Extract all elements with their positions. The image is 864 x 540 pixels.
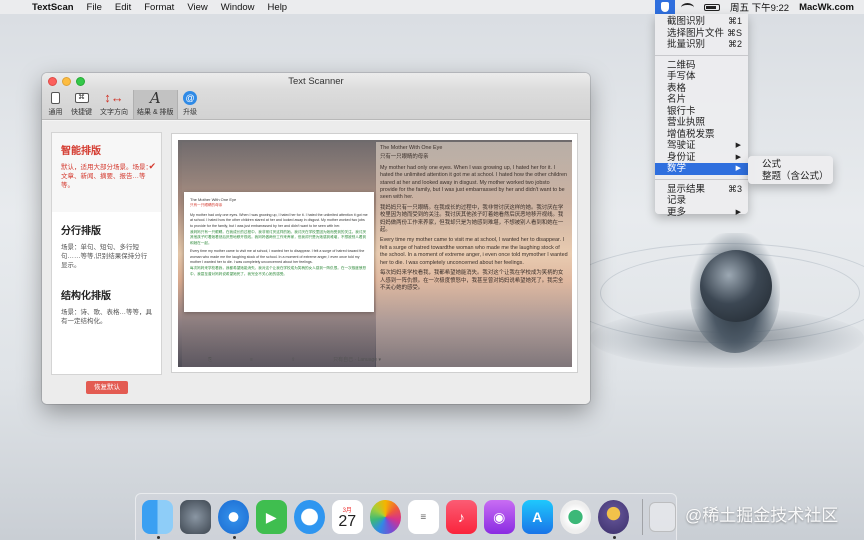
wifi-icon[interactable] [680, 2, 694, 12]
menu-item-math[interactable]: 数学 ▶ [655, 163, 748, 175]
preferences-content: 智能排版 默认，适用大部分场景。场景：文章、新闻、摘要、报告…等等。 ✔ 分行排… [42, 121, 590, 404]
window-titlebar[interactable]: Text Scanner [42, 73, 590, 90]
layout-options-list: 智能排版 默认，适用大部分场景。场景：文章、新闻、摘要、报告…等等。 ✔ 分行排… [51, 132, 162, 375]
menu-bar: TextScan File Edit Format View Window He… [0, 0, 864, 14]
safari-icon[interactable] [218, 500, 249, 539]
tab-shortcuts[interactable]: ⌘ 快捷键 [68, 89, 95, 119]
site-label: MacWk.com [799, 1, 854, 13]
option-title: 智能排版 [61, 146, 101, 157]
music-icon[interactable]: ♪ [446, 500, 477, 534]
menu-item-qrcode[interactable]: 二维码 [655, 60, 748, 72]
trash-icon[interactable] [648, 502, 676, 532]
menu-item-more[interactable]: 更多 ▶ [655, 207, 748, 219]
zoom-button[interactable] [76, 77, 85, 86]
text-scanner-app-icon[interactable] [598, 500, 629, 539]
battery-icon[interactable] [703, 3, 720, 11]
dock-separator [642, 499, 643, 535]
submenu-arrow-icon: ▶ [735, 208, 741, 216]
menu-file[interactable]: File [87, 2, 102, 13]
direction-arrows-icon: ↕↔ [104, 90, 124, 105]
submenu-arrow-icon: ▶ [735, 142, 741, 149]
menu-item-show-result[interactable]: 显示结果 ⌘3 [655, 184, 748, 196]
command-icon: ⌘ [74, 91, 89, 105]
menu-item-bank-card[interactable]: 银行卡 [655, 106, 748, 118]
checkmark-icon: ✔ [148, 161, 156, 171]
menu-window[interactable]: Window [221, 2, 255, 13]
preferences-window: Text Scanner 通用 ⌘ 快捷键 ↕↔ 文字方向 A 结果 & 排版 … [42, 73, 590, 404]
water-drop [700, 250, 772, 322]
submenu-arrow-icon: ▶ [735, 165, 741, 172]
submenu-arrow-icon: ▶ [735, 153, 741, 161]
at-sign-icon: @ [183, 91, 198, 105]
tab-result-layout[interactable]: A 结果 & 排版 [133, 89, 178, 119]
menu-item-batch-ocr[interactable]: 批量识别 ⌘2 [655, 39, 748, 51]
result-card: The Mother With One Eye 只有一只眼睛的母亲 My mot… [184, 192, 374, 312]
reminders-icon[interactable]: ≡ [408, 500, 439, 534]
option-title: 结构化排版 [61, 291, 111, 302]
messages-icon[interactable] [294, 500, 325, 534]
podcasts-icon[interactable]: ◉ [484, 500, 515, 534]
menu-edit[interactable]: Edit [115, 2, 131, 13]
menu-item-table[interactable]: 表格 [655, 83, 748, 95]
option-title: 分行排版 [61, 226, 101, 237]
text-scanner-status-icon[interactable] [654, 0, 675, 14]
menu-item-driver-license[interactable]: 驾驶证 ▶ [655, 140, 748, 152]
minimize-button[interactable] [62, 77, 71, 86]
menu-format[interactable]: Format [144, 2, 174, 13]
find-my-icon[interactable] [560, 500, 591, 534]
menu-help[interactable]: Help [268, 2, 288, 13]
book-page-text: The Mother With One Eye 只有一只眼睛的母亲 My mot… [380, 145, 568, 291]
general-icon [48, 91, 63, 105]
close-button[interactable] [48, 77, 57, 86]
menu-item-full-problem[interactable]: 整题（含公式） [748, 171, 833, 183]
list-icon: ≡ [250, 357, 253, 363]
calendar-icon[interactable]: 3月 27 [332, 500, 363, 534]
option-description: 场景：诗、歌、表格…等等，具有一定结构化。 [61, 309, 152, 325]
menu-item-vat-invoice[interactable]: 增值税发票 [655, 129, 748, 141]
dock: ▶ 3月 27 ≡ ♪ ◉ A [135, 493, 677, 540]
watermark: @稀土掘金技术社区 [685, 506, 839, 525]
launchpad-icon[interactable] [180, 500, 211, 534]
preferences-toolbar: 通用 ⌘ 快捷键 ↕↔ 文字方向 A 结果 & 排版 @ 升级 [42, 89, 590, 120]
tab-text-direction[interactable]: ↕↔ 文字方向 [97, 89, 131, 119]
share-icon: ⇪ [290, 357, 296, 363]
copy-icon: ⎘ [208, 357, 213, 363]
menu-item-id-card[interactable]: 身份证 ▶ [655, 152, 748, 164]
option-smart-layout[interactable]: 智能排版 默认，适用大部分场景。场景：文章、新闻、摘要、报告…等等。 ✔ [52, 133, 161, 212]
menu-separator [655, 54, 748, 56]
layout-preview: The Mother With One Eye 只有一只眼睛的母亲 My mot… [171, 133, 578, 373]
option-description: 默认，适用大部分场景。场景：文章、新闻、摘要、报告…等等。 [61, 164, 152, 189]
menu-item-formula[interactable]: 公式 [748, 159, 833, 171]
menu-view[interactable]: View [187, 2, 207, 13]
menu-item-handwriting[interactable]: 手写体 [655, 71, 748, 83]
menu-item-screenshot-ocr[interactable]: 截图识别 ⌘1 [655, 16, 748, 28]
preview-bottom-bar: ⎘ ≡ ⇪ 只有自己 · Lanuage ▾ [208, 356, 419, 363]
app-menu[interactable]: TextScan [32, 2, 74, 13]
language-label: 只有自己 · Lanuage ▾ [333, 357, 381, 363]
option-description: 场景：单句、短句、多行短句……等等,识别结果保持分行显示。 [61, 244, 148, 269]
menu-item-history[interactable]: 记录 [655, 195, 748, 207]
font-a-icon: A [149, 89, 161, 107]
menu-item-business-license[interactable]: 营业执照 [655, 117, 748, 129]
menu-item-business-card[interactable]: 名片 [655, 94, 748, 106]
menu-separator [655, 178, 748, 180]
option-structured-layout[interactable]: 结构化排版 场景：诗、歌、表格…等等，具有一定结构化。 [52, 278, 161, 358]
menu-item-select-image[interactable]: 选择图片文件 ⌘S [655, 28, 748, 40]
status-dropdown-menu: 截图识别 ⌘1 选择图片文件 ⌘S 批量识别 ⌘2 二维码 手写体 表格 名片 银行卡… [655, 14, 748, 218]
facetime-icon[interactable]: ▶ [256, 500, 287, 534]
clock[interactable]: 周五 下午9:22 [730, 0, 789, 14]
finder-icon[interactable] [142, 500, 173, 539]
math-submenu: 公式 整题（含公式） [748, 156, 833, 184]
restore-defaults-button[interactable]: 恢复默认 [86, 381, 128, 394]
tab-general[interactable]: 通用 [45, 89, 66, 119]
window-title: Text Scanner [288, 76, 344, 87]
app-store-icon[interactable]: A [522, 500, 553, 534]
tab-upgrade[interactable]: @ 升级 [180, 89, 201, 119]
photos-icon[interactable] [370, 500, 401, 534]
preview-photo: The Mother With One Eye 只有一只眼睛的母亲 My mot… [178, 140, 572, 367]
